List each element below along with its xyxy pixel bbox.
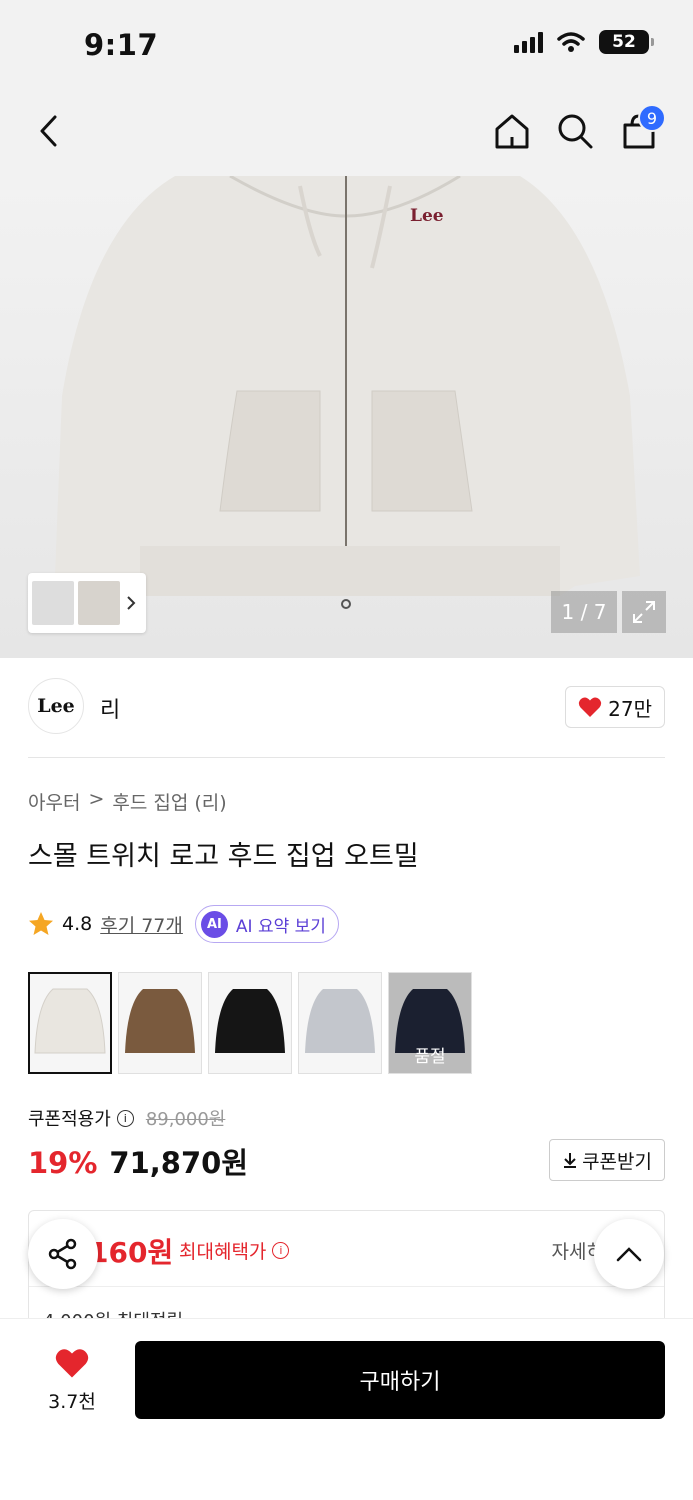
swatch-navy-soldout[interactable]: 품절 — [388, 972, 472, 1074]
swatch-oatmeal[interactable] — [28, 972, 112, 1074]
expand-icon — [633, 601, 655, 623]
cellular-signal-icon — [514, 31, 543, 53]
search-icon — [558, 114, 593, 149]
price-row: 19% 71,870원 — [28, 1140, 248, 1182]
coupon-button-label: 쿠폰받기 — [582, 1150, 652, 1173]
rating-score: 4.8 — [62, 913, 93, 935]
heart-icon — [579, 697, 602, 717]
product-image-gallery[interactable]: Lee 1 / 7 — [0, 176, 693, 658]
svg-text:Lee: Lee — [410, 206, 444, 226]
cart-count-badge: 9 — [638, 104, 666, 132]
swatch-black[interactable] — [208, 972, 292, 1074]
swatch-brown[interactable] — [118, 972, 202, 1074]
brand-row: Lee 리 27만 — [28, 678, 665, 736]
info-icon[interactable]: i — [116, 1109, 134, 1127]
thumbnail-front[interactable] — [32, 581, 74, 625]
image-counter: 1 / 7 — [551, 591, 617, 633]
reviews-link[interactable]: 후기 77개 — [100, 911, 183, 938]
chevron-left-icon — [40, 115, 57, 147]
star-icon — [29, 912, 53, 935]
hoodie-thumbnail — [34, 988, 106, 1054]
battery-level: 52 — [612, 32, 636, 52]
heart-icon — [55, 1349, 89, 1378]
buy-button[interactable]: 구매하기 — [135, 1341, 665, 1419]
sale-price: 71,870원 — [109, 1146, 249, 1180]
rating-row: 4.8 후기 77개 AI AI 요약 보기 — [28, 905, 339, 943]
download-coupon-button[interactable]: 쿠폰받기 — [549, 1139, 665, 1181]
ai-badge: AI — [200, 910, 228, 938]
breadcrumb: 아우터 > 후드 집업 (리) — [28, 788, 227, 815]
search-button[interactable] — [550, 106, 600, 156]
brand-logo[interactable]: Lee — [28, 678, 84, 734]
max-benefit-price: 160원 — [89, 1236, 174, 1269]
divider — [28, 757, 665, 758]
original-price: 89,000원 — [145, 1109, 226, 1130]
wishlist-count: 3.7천 — [48, 1391, 96, 1413]
thumbnail-back[interactable] — [78, 581, 120, 625]
breadcrumb-separator: > — [88, 788, 105, 810]
hoodie-thumbnail — [305, 989, 375, 1053]
brand-like-button[interactable]: 27만 — [565, 686, 665, 728]
cart-button[interactable]: 9 — [614, 104, 666, 156]
product-title: 스몰 트위치 로고 후드 집업 오트밀 — [28, 841, 419, 872]
breadcrumb-category[interactable]: 아우터 — [28, 788, 80, 815]
ai-summary-button[interactable]: AI AI 요약 보기 — [194, 905, 339, 943]
coupon-price-label: 쿠폰적용가 — [28, 1109, 111, 1130]
max-benefit-label-text: 최대혜택가 — [179, 1241, 267, 1263]
swatch-gray[interactable] — [298, 972, 382, 1074]
soldout-label: 품절 — [414, 1047, 446, 1067]
status-bar: 9:17 52 — [0, 0, 693, 90]
bottom-action-bar: 3.7천 구매하기 — [0, 1318, 693, 1500]
wishlist-button[interactable]: 3.7천 — [30, 1347, 114, 1414]
share-icon — [48, 1238, 77, 1270]
top-nav: 9 — [0, 90, 693, 176]
benefit-summary: 160원 최대혜택가 i 자세히 — [29, 1211, 664, 1287]
thumbnail-strip[interactable] — [28, 573, 146, 633]
max-benefit-label: 최대혜택가 i — [179, 1237, 290, 1264]
home-icon — [495, 114, 529, 149]
back-button[interactable] — [24, 106, 74, 156]
color-swatches: 품절 — [28, 972, 472, 1074]
status-icons: 52 — [514, 30, 654, 54]
chevron-up-icon — [616, 1247, 642, 1262]
brand-name[interactable]: 리 — [100, 692, 120, 724]
hoodie-thumbnail — [125, 989, 195, 1053]
coupon-price-row: 쿠폰적용가 i 89,000원 — [28, 1105, 225, 1131]
discount-rate: 19% — [28, 1146, 98, 1180]
scroll-top-button[interactable] — [594, 1219, 664, 1289]
ai-summary-label: AI 요약 보기 — [235, 916, 326, 937]
hoodie-thumbnail — [215, 989, 285, 1053]
share-button[interactable] — [28, 1219, 98, 1289]
download-icon — [564, 1153, 577, 1168]
info-icon[interactable]: i — [272, 1242, 290, 1259]
status-time: 9:17 — [84, 28, 159, 62]
breadcrumb-subcategory[interactable]: 후드 집업 (리) — [112, 788, 226, 815]
brand-like-count: 27만 — [608, 696, 652, 721]
home-button[interactable] — [487, 106, 537, 156]
chevron-right-icon — [127, 596, 136, 610]
expand-button[interactable] — [622, 591, 666, 633]
battery-icon: 52 — [599, 30, 654, 54]
wifi-icon — [557, 32, 585, 52]
